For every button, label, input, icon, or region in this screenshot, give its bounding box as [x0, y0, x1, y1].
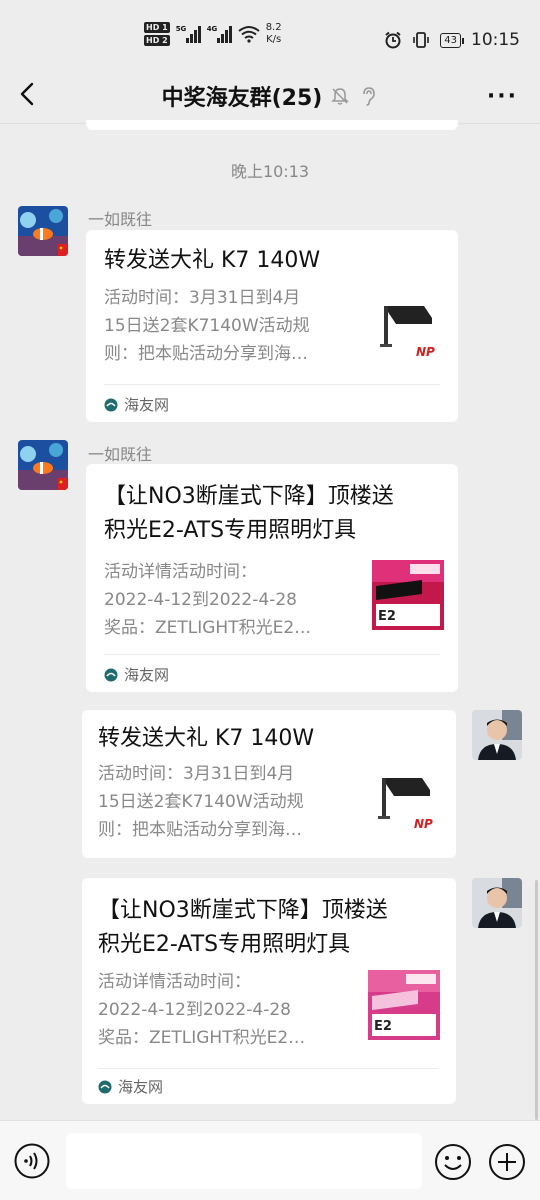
net2-label: 4G	[206, 25, 218, 33]
card-divider	[104, 384, 440, 385]
card-title: 转发送大礼 K7 140W	[98, 726, 315, 751]
card-title-line: 【让NO3断崖式下降】顶楼送	[98, 898, 388, 923]
source-name: 海友网	[118, 1078, 164, 1096]
card-description-line: 2022-4-12到2022-4-28	[98, 1000, 291, 1020]
card-title-line: 【让NO3断崖式下降】顶楼送	[104, 484, 394, 509]
card-description: 活动详情活动时间： 2022-4-12到2022-4-28 奖品：ZETLIGH…	[104, 558, 366, 642]
card-description-line: 活动详情活动时间：	[104, 562, 257, 582]
wifi-icon	[238, 26, 260, 43]
card-thumbnail: E2	[368, 970, 440, 1040]
card-description-line: 2022-4-12到2022-4-28	[104, 590, 297, 610]
avatar[interactable]	[472, 710, 522, 760]
speed-unit: K/s	[266, 34, 282, 45]
message-timestamp: 晚上10:13	[230, 162, 310, 181]
voice-icon[interactable]	[14, 1143, 50, 1179]
card-thumbnail: NP	[376, 298, 444, 366]
status-right: 43 10:15	[384, 30, 520, 50]
bell-off-icon	[331, 88, 350, 105]
card-description-line: 活动详情活动时间：	[98, 972, 251, 992]
card-thumbnail: NP	[374, 770, 442, 838]
status-bar: HD 1 HD 2 5G 4G 8.2 K/s 43 10:15	[0, 0, 540, 66]
avatar[interactable]	[18, 440, 68, 490]
signal-4g-icon: 4G	[207, 25, 232, 43]
sender-name: 一如既往	[88, 210, 153, 229]
card-description-line: 15日送2套K7140W活动规	[98, 792, 304, 812]
earpiece-icon	[363, 87, 376, 106]
card-description: 活动时间：3月31日到4月 15日送2套K7140W活动规 则：把本贴活动分享到…	[98, 760, 360, 844]
person-avatar-icon	[472, 878, 522, 928]
signal-5g-icon: 5G	[176, 25, 201, 43]
emoji-icon[interactable]	[434, 1143, 472, 1181]
thumb-text: NP	[416, 345, 435, 359]
sender-name: 一如既往	[88, 445, 153, 464]
card-description-line: 活动时间：3月31日到4月	[104, 288, 301, 308]
card-source: 海友网	[98, 1076, 163, 1097]
thumb-text: E2	[378, 609, 396, 624]
plus-icon[interactable]	[488, 1143, 526, 1181]
sim2-label: HD 2	[144, 35, 170, 46]
link-card[interactable]: 转发送大礼 K7 140W 活动时间：3月31日到4月 15日送2套K7140W…	[86, 230, 458, 422]
source-logo-icon	[98, 1080, 112, 1093]
card-description-line: 则：把本贴活动分享到海…	[104, 344, 308, 364]
input-bar	[0, 1120, 540, 1200]
light-fixture-thumbnail-icon: NP	[376, 298, 444, 366]
card-divider	[104, 654, 440, 655]
reef-fish-avatar-icon	[18, 206, 68, 256]
card-source: 海友网	[104, 394, 169, 415]
avatar[interactable]	[472, 878, 522, 928]
link-card[interactable]: 【让NO3断崖式下降】顶楼送 积光E2-ATS专用照明灯具 活动详情活动时间： …	[86, 464, 458, 692]
card-divider	[98, 1068, 438, 1069]
card-source: 海友网	[104, 664, 169, 685]
card-description-line: 活动时间：3月31日到4月	[98, 764, 295, 784]
e2-box-thumbnail-icon: E2	[372, 560, 444, 630]
sim-labels: HD 1 HD 2	[144, 22, 170, 46]
battery-icon: 43	[440, 32, 464, 48]
link-card[interactable]: 转发送大礼 K7 140W 活动时间：3月31日到4月 15日送2套K7140W…	[82, 710, 456, 858]
more-button[interactable]: ···	[487, 84, 518, 109]
avatar[interactable]	[18, 206, 68, 256]
card-title: 【让NO3断崖式下降】顶楼送 积光E2-ATS专用照明灯具	[98, 894, 388, 962]
source-logo-icon	[104, 668, 118, 681]
card-description-line: 15日送2套K7140W活动规	[104, 316, 310, 336]
source-name: 海友网	[124, 666, 170, 684]
sim1-label: HD 1	[144, 22, 170, 33]
e2-box-thumbnail-icon: E2	[368, 970, 440, 1040]
link-card[interactable]: 【让NO3断崖式下降】顶楼送 积光E2-ATS专用照明灯具 活动详情活动时间： …	[82, 878, 456, 1104]
card-title-line: 积光E2-ATS专用照明灯具	[104, 518, 357, 543]
vibrate-icon	[413, 32, 430, 48]
card-description: 活动时间：3月31日到4月 15日送2套K7140W活动规 则：把本贴活动分享到…	[104, 284, 366, 368]
thumb-text: NP	[414, 817, 433, 831]
status-left: HD 1 HD 2 5G 4G 8.2 K/s	[144, 22, 282, 46]
card-description-line: 奖品：ZETLIGHT积光E2…	[98, 1028, 306, 1048]
speed-value: 8.2	[265, 22, 282, 33]
light-fixture-thumbnail-icon: NP	[374, 770, 442, 838]
thumb-text: E2	[374, 1019, 392, 1034]
net1-label: 5G	[175, 25, 187, 33]
alarm-icon	[385, 31, 401, 49]
source-name: 海友网	[124, 396, 170, 414]
card-title: 【让NO3断崖式下降】顶楼送 积光E2-ATS专用照明灯具	[104, 480, 394, 548]
card-description: 活动详情活动时间： 2022-4-12到2022-4-28 奖品：ZETLIGH…	[98, 968, 360, 1052]
message-input[interactable]	[66, 1133, 422, 1189]
card-thumbnail: E2	[372, 560, 444, 630]
person-avatar-icon	[472, 710, 522, 760]
card-title-line: 积光E2-ATS专用照明灯具	[98, 932, 351, 957]
chat-title: 中奖海友群(25)	[161, 86, 323, 111]
chat-header: 中奖海友群(25) ···	[0, 66, 540, 124]
card-description-line: 奖品：ZETLIGHT积光E2…	[104, 618, 312, 638]
source-logo-icon	[104, 398, 118, 411]
reef-fish-avatar-icon	[18, 440, 68, 490]
scrollbar[interactable]	[535, 880, 538, 1120]
network-speed: 8.2 K/s	[266, 22, 282, 46]
previous-message-edge	[86, 120, 458, 130]
clock: 10:15	[471, 30, 520, 50]
card-description-line: 则：把本贴活动分享到海…	[98, 820, 302, 840]
card-title: 转发送大礼 K7 140W	[104, 248, 321, 273]
